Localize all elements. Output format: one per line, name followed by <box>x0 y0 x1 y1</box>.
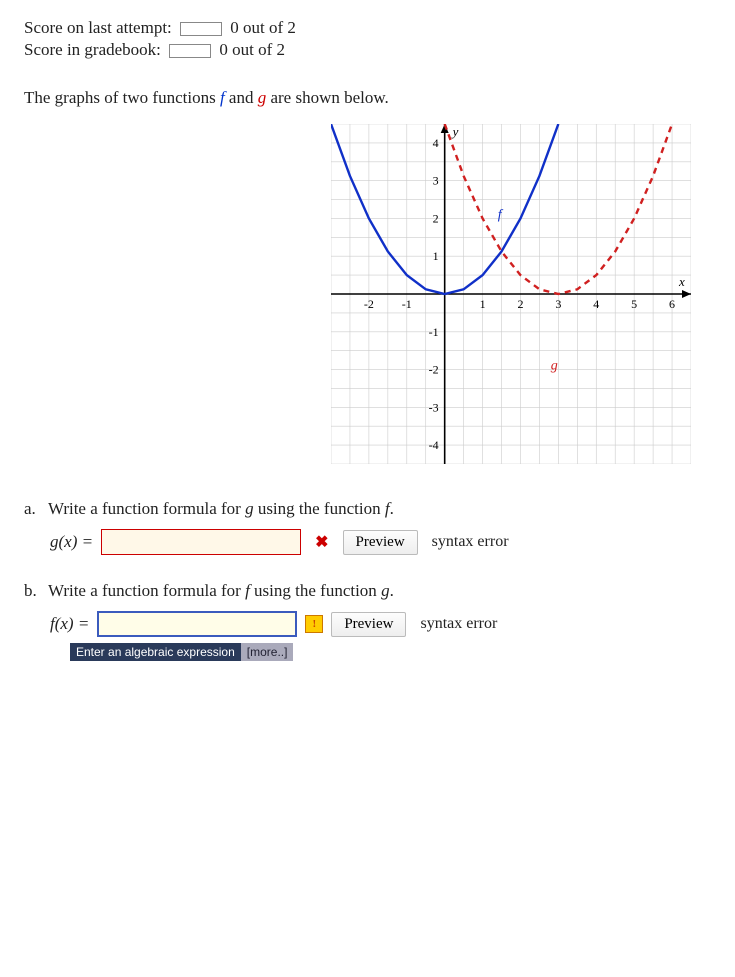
svg-text:6: 6 <box>669 297 675 311</box>
f-lhs: f(x) = <box>50 614 89 634</box>
g-label-inline: g <box>258 88 267 107</box>
svg-text:-3: -3 <box>429 400 439 414</box>
syntax-error-b: syntax error <box>420 615 497 633</box>
score-gradebook-box <box>169 44 211 58</box>
question-b-letter: b. <box>24 581 44 601</box>
preview-button-b[interactable]: Preview <box>331 612 406 637</box>
svg-text:2: 2 <box>517 297 523 311</box>
score-gradebook-label: Score in gradebook: <box>24 40 161 59</box>
score-gradebook-value: 0 out of 2 <box>219 40 285 59</box>
svg-text:2: 2 <box>433 211 439 225</box>
svg-text:f: f <box>498 207 504 222</box>
function-graph: -2 -1 1 2 3 4 5 6 -4 -3 -2 -1 1 2 3 4 x y f g <box>331 124 691 464</box>
syntax-error-a: syntax error <box>432 533 509 551</box>
svg-text:-2: -2 <box>429 363 439 377</box>
question-b: b. Write a function formula for f using … <box>24 581 711 661</box>
graph-container: -2 -1 1 2 3 4 5 6 -4 -3 -2 -1 1 2 3 4 x y f g <box>24 124 711 469</box>
question-a-letter: a. <box>24 499 44 519</box>
svg-text:3: 3 <box>555 297 561 311</box>
question-a-prompt: Write a function formula for g using the… <box>48 499 394 518</box>
preview-button-a[interactable]: Preview <box>343 530 418 555</box>
svg-text:1: 1 <box>433 249 439 263</box>
svg-text:1: 1 <box>480 297 486 311</box>
f-input[interactable] <box>97 611 297 637</box>
score-last-box <box>180 22 222 36</box>
svg-text:-2: -2 <box>364 297 374 311</box>
score-last-label: Score on last attempt: <box>24 18 172 37</box>
intro-text: The graphs of two functions f and g are … <box>24 88 711 108</box>
svg-text:4: 4 <box>433 136 439 150</box>
score-last-attempt: Score on last attempt: 0 out of 2 <box>24 18 711 38</box>
warning-icon: ! <box>305 615 323 633</box>
svg-text:x: x <box>678 274 685 289</box>
question-b-prompt: Write a function formula for f using the… <box>48 581 394 600</box>
svg-text:y: y <box>451 124 459 139</box>
g-input[interactable] <box>101 529 301 555</box>
svg-text:g: g <box>551 359 558 374</box>
question-a: a. Write a function formula for g using … <box>24 499 711 555</box>
svg-text:-1: -1 <box>429 325 439 339</box>
svg-text:5: 5 <box>631 297 637 311</box>
hint-more[interactable]: [more..] <box>241 643 294 661</box>
svg-text:-4: -4 <box>429 438 439 452</box>
svg-text:-1: -1 <box>402 297 412 311</box>
score-last-value: 0 out of 2 <box>230 18 296 37</box>
svg-text:4: 4 <box>593 297 599 311</box>
svg-text:3: 3 <box>433 174 439 188</box>
hint-bar: Enter an algebraic expression[more..] <box>24 641 711 661</box>
wrong-icon: ✖ <box>315 532 328 552</box>
g-lhs: g(x) = <box>50 532 93 552</box>
hint-text: Enter an algebraic expression <box>70 643 241 661</box>
score-gradebook: Score in gradebook: 0 out of 2 <box>24 40 711 60</box>
